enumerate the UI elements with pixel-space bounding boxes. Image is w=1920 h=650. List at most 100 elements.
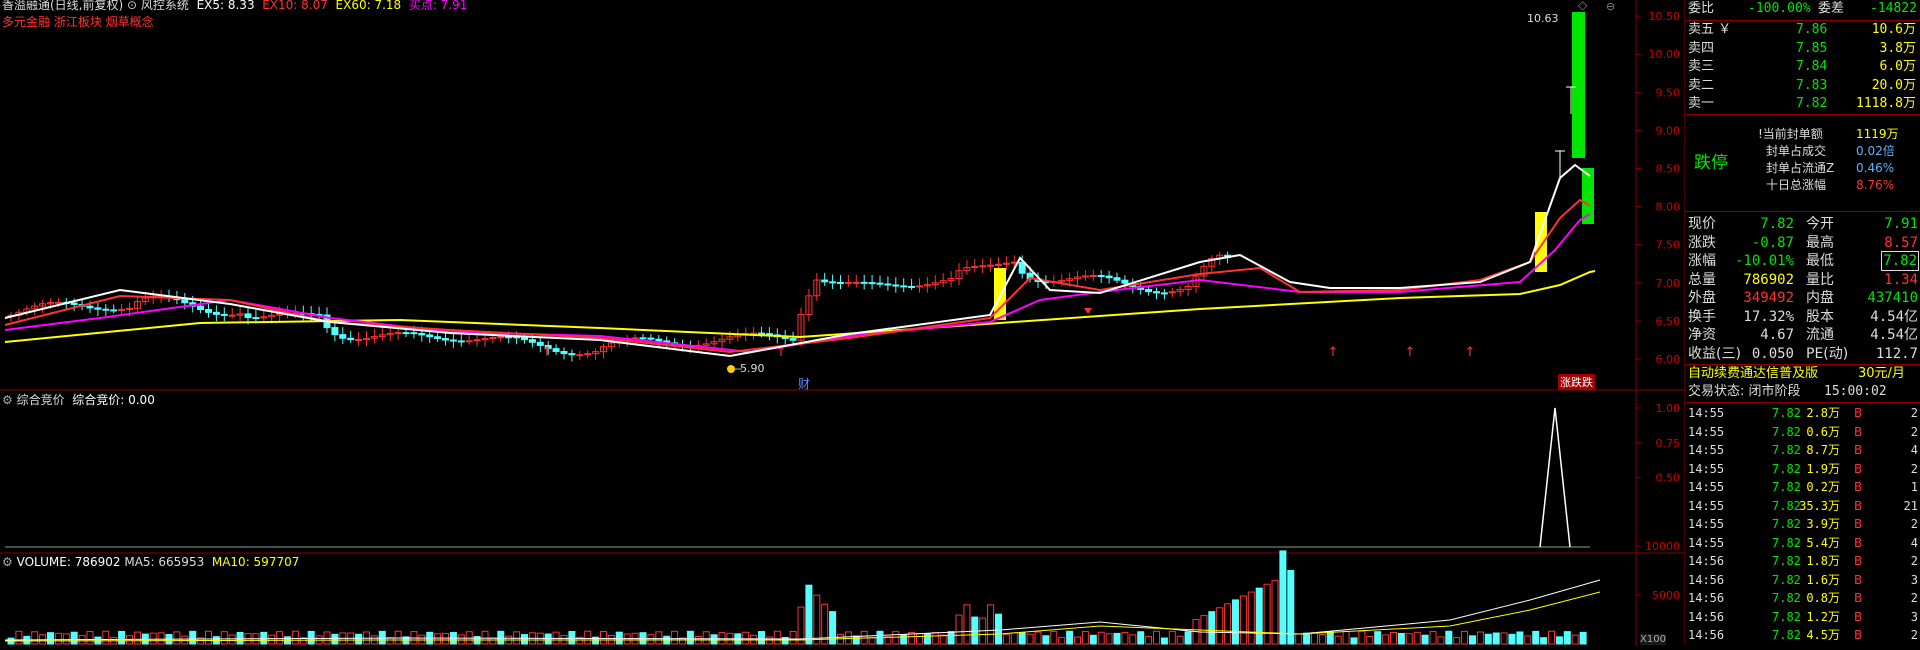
diamond-icon[interactable]: ◇ [1578,0,1587,12]
tick-row[interactable]: 14:56 7.82 0.8万 B 2 [1686,589,1920,607]
candle-body [987,264,995,267]
volume-bar [1311,632,1318,645]
tick-row[interactable]: 14:55 7.82 3.9万 B 2 [1686,515,1920,533]
weicha-value: -14822 [1870,1,1917,16]
system-label[interactable]: 风控系统 [141,0,189,12]
volume-bar [1390,632,1397,645]
tick-price: 7.82 [1772,554,1801,568]
tick-volume: 1.2万 [1806,609,1840,624]
tick-row[interactable]: 14:55 7.82 0.2万 B 1 [1686,478,1920,496]
promo-text[interactable]: 自动续费通达信普及版 [1688,365,1818,383]
promo-row[interactable]: 自动续费通达信普及版 30元/月 [1686,365,1920,383]
promo-price[interactable]: 30元/月 [1858,365,1905,383]
seal-info-label: 封单占成交 [1766,144,1827,158]
tick-price: 7.82 [1772,461,1801,476]
volume-bar [434,633,442,645]
quote-row: 现价 7.82 今开 7.91 [1686,215,1920,233]
buy-point-label: 买点: 7.91 [408,0,468,12]
volume-bar [1555,636,1563,645]
candle-body [497,336,505,339]
volume-bar [1002,633,1010,645]
tick-row[interactable]: 14:56 7.82 4.5万 B 2 [1686,626,1920,644]
quote-row: 总量 786902 量比 1.34 [1686,271,1920,289]
auction-tick-label: 1.00 [1656,402,1681,415]
limit-tag[interactable]: 涨跌跌 [1558,374,1595,390]
candle-body [505,336,513,339]
tick-count: 1 [1910,480,1918,494]
kline-svg[interactable]: ↑ ↑ ↑ ↑ ↑ 10.5010.009.509.008.508.007.507.00… [0,0,1686,646]
ask-volume: 6.0万 [1879,59,1916,74]
candle-body [1097,275,1105,278]
volume-bar [1445,630,1453,645]
volume-bar [1137,631,1145,645]
tick-row[interactable]: 14:56 7.82 1.2万 B 3 [1686,608,1920,626]
volume-bar [15,630,23,645]
quote-row: 涨幅 -10.01% 最低 7.82 [1686,251,1920,271]
seal-info-row: 十日总涨幅 8.76% [1686,176,1920,194]
volume-bar [276,631,284,645]
settings-icon[interactable]: ⚙ [2,393,13,407]
volume-bar [291,630,299,645]
volume-bar [1500,632,1508,645]
tick-direction: B [1854,406,1863,420]
volume-bar [1145,635,1153,645]
collapse-icon[interactable]: ⊖ [1606,0,1615,13]
tick-row[interactable]: 14:55 7.82 2.8万 B 2 [1686,404,1920,422]
ask-volume: 10.6万 [1871,22,1916,37]
tick-count: 4 [1910,443,1918,457]
kline-chart-area[interactable]: ↑ ↑ ↑ ↑ ↑ 10.50 10.00 9.50 9.00 8.50 8.00 7.50 7.00… [0,0,1686,646]
tick-direction: B [1854,517,1863,531]
candle-body [528,339,536,343]
volume-bar [1366,636,1374,645]
volume-bar [947,631,955,645]
low-price-label: 5.90 [740,362,765,375]
auction-title[interactable]: 综合竞价 [17,393,65,407]
volume-bar [1208,611,1216,645]
tick-time: 14:55 [1688,443,1725,457]
ask-row[interactable]: 卖二 7.83 20.0万 [1686,77,1920,95]
volume-bar [1437,636,1445,645]
volume-bar [1342,630,1350,645]
seal-info-row: 封单占流通Z 0.46% [1686,159,1920,177]
candle-body [979,265,987,268]
volume-bar [1081,631,1089,645]
tick-price: 7.82 [1772,572,1801,587]
tick-direction: B [1854,628,1863,642]
tick-row[interactable]: 14:56 7.82 1.8万 B 2 [1686,552,1920,570]
price-tick-label: 10.50 [1649,10,1681,23]
settings-icon[interactable]: ⚙ [2,555,13,569]
price-tick-label: 7.50 [1656,239,1681,252]
ask-row[interactable]: 卖五 ￥ 7.86 10.6万 [1686,21,1920,39]
quote-label: 股本 [1806,308,1834,325]
tick-price: 7.82 [1772,535,1801,550]
ask-row[interactable]: 卖四 7.85 3.8万 [1686,40,1920,58]
tick-row[interactable]: 14:56 7.82 1.6万 B 3 [1686,571,1920,589]
volume-bar [1358,630,1366,645]
ask-row[interactable]: 卖三 7.84 6.0万 [1686,58,1920,76]
ask-row[interactable]: 卖一 7.82 1118.8万 [1686,95,1920,113]
risk-control-icon[interactable]: ⊙ [127,0,137,12]
volume-bar [47,632,54,645]
volume-bar [916,633,923,645]
tick-row[interactable]: 14:55 7.82 8.7万 B 4 [1686,441,1920,459]
quote-label: 收益(三) [1688,345,1741,362]
volume-bar [1508,633,1516,645]
weicha-label: 委差 [1818,1,1845,16]
candlestick-series: ↑ ↑ ↑ ↑ ↑ [7,12,1594,373]
ex10-label: EX10: 8.07 [262,0,328,12]
price-tick-label: 9.00 [1656,124,1681,137]
finance-marker[interactable]: 财 [798,375,810,392]
quote-panel: 委比 -100.00% 委差 -14822 卖五 ￥ 7.86 10.6万 卖四 7.8… [1686,0,1920,646]
tick-row[interactable]: 14:55 7.82 0.6万 B 2 [1686,423,1920,441]
quote-value: 349492 [1743,290,1794,306]
tick-volume: 0.2万 [1806,480,1840,494]
tick-row[interactable]: 14:55 7.82 5.4万 B 4 [1686,534,1920,552]
tick-row[interactable]: 14:55 7.82 1.9万 B 2 [1686,460,1920,478]
volume-bar [987,604,995,645]
tick-row[interactable]: 14:55 7.82 35.3万 B 21 [1686,497,1920,515]
candle-body [212,311,220,315]
tick-time: 14:55 [1688,424,1725,439]
quote-value: 7.82 [1881,251,1919,271]
candle-body [339,334,347,339]
candle-body [94,307,102,310]
